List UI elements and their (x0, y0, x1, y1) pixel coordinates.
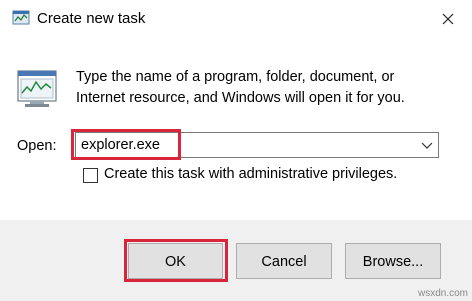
close-icon[interactable] (436, 7, 460, 31)
chevron-down-icon[interactable] (420, 139, 434, 151)
cancel-button[interactable]: Cancel (236, 243, 332, 279)
browse-button[interactable]: Browse... (345, 243, 441, 279)
ok-highlight-box (124, 239, 228, 282)
title-bar: Create new task (0, 0, 472, 40)
admin-checkbox[interactable] (83, 168, 98, 183)
open-label: Open: (17, 138, 57, 154)
description-line-1: Type the name of a program, folder, docu… (76, 69, 395, 85)
input-highlight-box (71, 129, 181, 160)
create-new-task-dialog: Create new task Type the name of a progr… (0, 0, 472, 301)
admin-checkbox-label[interactable]: Create this task with administrative pri… (104, 166, 397, 182)
description-line-2: Internet resource, and Windows will open… (76, 90, 405, 106)
watermark: wsxdn.com (418, 288, 469, 299)
run-icon (12, 10, 30, 25)
task-manager-icon (17, 70, 57, 107)
description: Type the name of a program, folder, docu… (76, 67, 405, 109)
window-title: Create new task (37, 10, 146, 27)
